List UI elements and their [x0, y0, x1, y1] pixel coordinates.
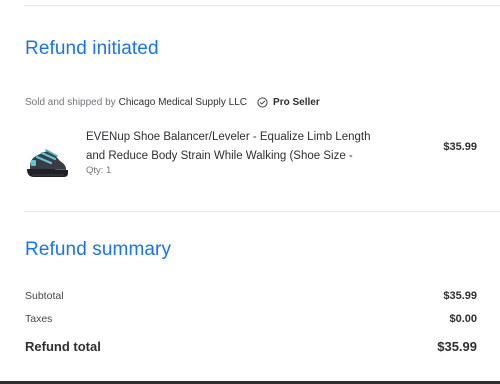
section-divider [24, 211, 500, 212]
seller-info: Sold and shipped by Chicago Medical Supp… [25, 96, 320, 109]
taxes-value: $0.00 [449, 313, 477, 325]
refund-total-label: Refund total [25, 339, 101, 354]
shoe-balancer-product-image[interactable] [24, 137, 70, 183]
subtotal-row: Subtotal $35.99 [25, 290, 477, 302]
product-price: $35.99 [443, 141, 477, 153]
refund-summary-heading: Refund summary [25, 239, 172, 260]
pro-seller-badge: Pro Seller [273, 97, 320, 108]
check-circle-icon [257, 97, 268, 108]
refund-total-value: $35.99 [437, 339, 477, 354]
product-quantity: Qty: 1 [86, 165, 112, 176]
top-divider [24, 5, 500, 6]
refund-status-heading: Refund initiated [25, 38, 159, 59]
product-title-link[interactable]: EVENup Shoe Balancer/Leveler - Equalize … [86, 128, 386, 165]
seller-prefix: Sold and shipped by [25, 97, 116, 108]
taxes-label: Taxes [25, 313, 53, 325]
seller-name[interactable]: Chicago Medical Supply LLC [119, 96, 247, 109]
subtotal-value: $35.99 [443, 290, 477, 302]
taxes-row: Taxes $0.00 [25, 313, 477, 325]
refund-total-row: Refund total $35.99 [25, 339, 477, 354]
refund-details-page: Refund initiated Sold and shipped by Chi… [0, 0, 500, 384]
subtotal-label: Subtotal [25, 290, 64, 302]
